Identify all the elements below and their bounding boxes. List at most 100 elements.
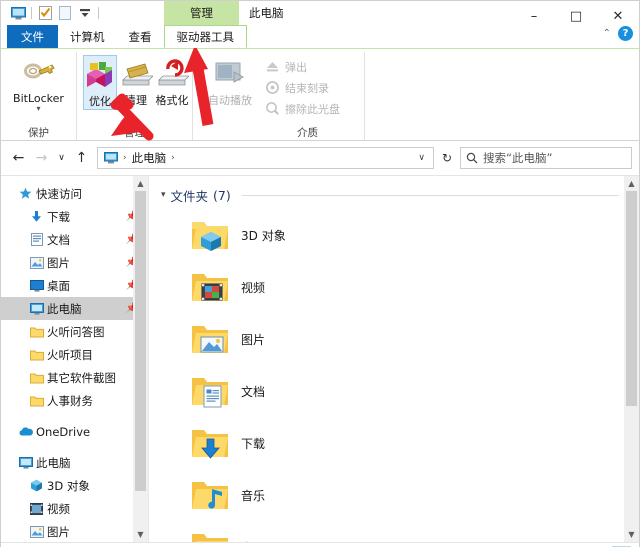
toolbar-divider-2 [98, 7, 99, 19]
cleanup-button[interactable]: 清理 [119, 55, 153, 108]
help-icon[interactable]: ? [618, 26, 633, 41]
optimize-button[interactable]: 优化 [83, 55, 117, 110]
this-pc-icon[interactable] [8, 4, 28, 22]
folder-icon [26, 326, 47, 338]
this-pc-icon [26, 303, 47, 315]
back-button[interactable]: ← [8, 147, 29, 169]
eject-label: 弹出 [285, 59, 307, 75]
folder-music-icon [189, 474, 231, 516]
nav-label: 图片 [47, 524, 70, 540]
nav-label: 快速访问 [36, 186, 82, 202]
folder-item-pictures[interactable]: 图片 [161, 313, 413, 365]
folder-downloads-icon [189, 422, 231, 464]
path-dropdown-icon[interactable]: ∨ [412, 153, 431, 163]
star-icon [15, 187, 36, 200]
collapse-ribbon-icon[interactable]: ⌃ [603, 28, 611, 39]
folder-item-documents[interactable]: 文档 [161, 365, 413, 417]
title-bar: 管理 此电脑 – □ ✕ [1, 1, 639, 25]
nav-item-pictures-2[interactable]: 图片 [1, 520, 148, 542]
scroll-down-icon[interactable]: ▼ [133, 527, 148, 542]
scroll-thumb[interactable] [135, 191, 146, 491]
folder-icon [26, 349, 47, 361]
file-list-view[interactable]: ▾ 文件夹 (7) [149, 176, 639, 542]
folder-item-music[interactable]: 音乐 [161, 469, 413, 521]
nav-item-onedrive[interactable]: OneDrive [1, 420, 148, 443]
nav-item-folder-4[interactable]: 人事财务 [1, 389, 148, 412]
nav-item-folder-2[interactable]: 火听项目 [1, 343, 148, 366]
address-path-box[interactable]: › 此电脑 › ∨ [97, 147, 434, 169]
new-folder-icon[interactable] [55, 4, 75, 22]
autoplay-icon [213, 57, 247, 91]
media-small-buttons: 弹出 结束刻录 [261, 55, 344, 118]
up-button[interactable]: ↑ [71, 147, 92, 169]
contextual-tab-group-label: 管理 [164, 1, 239, 25]
format-button[interactable]: 格式化 [155, 55, 189, 108]
folder-item-videos[interactable]: 视频 [161, 261, 413, 313]
search-input[interactable]: 搜索“此电脑” [483, 150, 552, 166]
erase-disc-label: 擦除此光盘 [285, 101, 340, 117]
window-title: 此电脑 [249, 1, 284, 25]
properties-icon[interactable] [35, 4, 55, 22]
breadcrumb-separator-0[interactable]: › [120, 153, 130, 163]
quick-access-toolbar [1, 4, 102, 22]
nav-item-3d-objects[interactable]: 3D 对象 [1, 474, 148, 497]
folder-item-downloads[interactable]: 下载 [161, 417, 413, 469]
nav-label: 桌面 [47, 278, 70, 294]
folder-item-3d-objects[interactable]: 3D 对象 [161, 209, 413, 261]
scroll-thumb[interactable] [626, 191, 637, 406]
nav-item-folder-3[interactable]: 其它软件截图 [1, 366, 148, 389]
scroll-down-icon[interactable]: ▼ [624, 527, 639, 542]
search-box[interactable]: 搜索“此电脑” [460, 147, 632, 169]
breadcrumb-this-pc[interactable]: 此电脑 [130, 150, 169, 166]
finish-burning-icon [265, 80, 280, 95]
nav-item-quick-access[interactable]: 快速访问 [1, 182, 148, 205]
nav-label: 人事财务 [47, 393, 93, 409]
nav-label: 视频 [47, 501, 70, 517]
folder-label: 视频 [241, 279, 265, 296]
nav-item-videos[interactable]: 视频 [1, 497, 148, 520]
folder-tiles: 3D 对象 [161, 206, 639, 542]
nav-item-downloads[interactable]: 下载 📌 [1, 205, 148, 228]
breadcrumb-separator-1[interactable]: › [168, 153, 178, 163]
ribbon-group-protection: BitLocker ▾ 保护 [1, 52, 77, 140]
bitlocker-dropdown-icon[interactable]: ▾ [36, 105, 40, 112]
nav-item-documents[interactable]: 文档 📌 [1, 228, 148, 251]
chevron-down-icon[interactable]: ▾ [161, 190, 166, 200]
navigation-pane-scrollbar[interactable]: ▲ ▼ [133, 176, 148, 542]
erase-disc-button[interactable]: 擦除此光盘 [261, 99, 344, 118]
nav-item-folder-1[interactable]: 火听问答图 [1, 320, 148, 343]
recent-locations-button[interactable]: ∨ [54, 147, 69, 169]
this-pc-icon [15, 457, 36, 469]
finish-burning-label: 结束刻录 [285, 80, 329, 96]
folder-item-desktop[interactable]: 桌面 [161, 521, 413, 542]
group-rule [242, 195, 619, 196]
tab-file[interactable]: 文件 [7, 25, 58, 48]
onedrive-cloud-icon [15, 426, 36, 437]
file-explorer-window: 管理 此电脑 – □ ✕ 文件 计算机 查看 驱动器工具 ⌃ ? [0, 0, 640, 547]
eject-button[interactable]: 弹出 [261, 57, 344, 76]
format-icon [155, 57, 189, 91]
tab-computer[interactable]: 计算机 [58, 25, 117, 48]
tab-drive-tools[interactable]: 驱动器工具 [164, 25, 248, 48]
finish-burning-button[interactable]: 结束刻录 [261, 78, 344, 97]
group-header-folders[interactable]: ▾ 文件夹 (7) [161, 184, 639, 206]
forward-button[interactable]: → [31, 147, 52, 169]
scroll-up-icon[interactable]: ▲ [133, 176, 148, 191]
file-list-scrollbar[interactable]: ▲ ▼ [624, 176, 639, 542]
bitlocker-button[interactable]: BitLocker ▾ [7, 55, 70, 112]
autoplay-button[interactable]: 自动播放 [199, 55, 261, 108]
folder-3d-objects-icon [189, 214, 231, 256]
scroll-up-icon[interactable]: ▲ [624, 176, 639, 191]
refresh-button[interactable]: ↻ [436, 147, 458, 169]
tab-view[interactable]: 查看 [117, 25, 164, 48]
customize-dropdown-icon[interactable] [75, 4, 95, 22]
downloads-icon [26, 210, 47, 223]
nav-item-desktop[interactable]: 桌面 📌 [1, 274, 148, 297]
nav-label: 火听问答图 [47, 324, 105, 340]
pictures-icon [26, 526, 47, 538]
ribbon-group-media: 自动播放 弹出 [193, 52, 365, 140]
nav-item-pictures[interactable]: 图片 📌 [1, 251, 148, 274]
folder-icon [26, 395, 47, 407]
nav-item-this-pc-root[interactable]: 此电脑 [1, 451, 148, 474]
nav-item-this-pc-quick[interactable]: 此电脑 📌 [1, 297, 148, 320]
